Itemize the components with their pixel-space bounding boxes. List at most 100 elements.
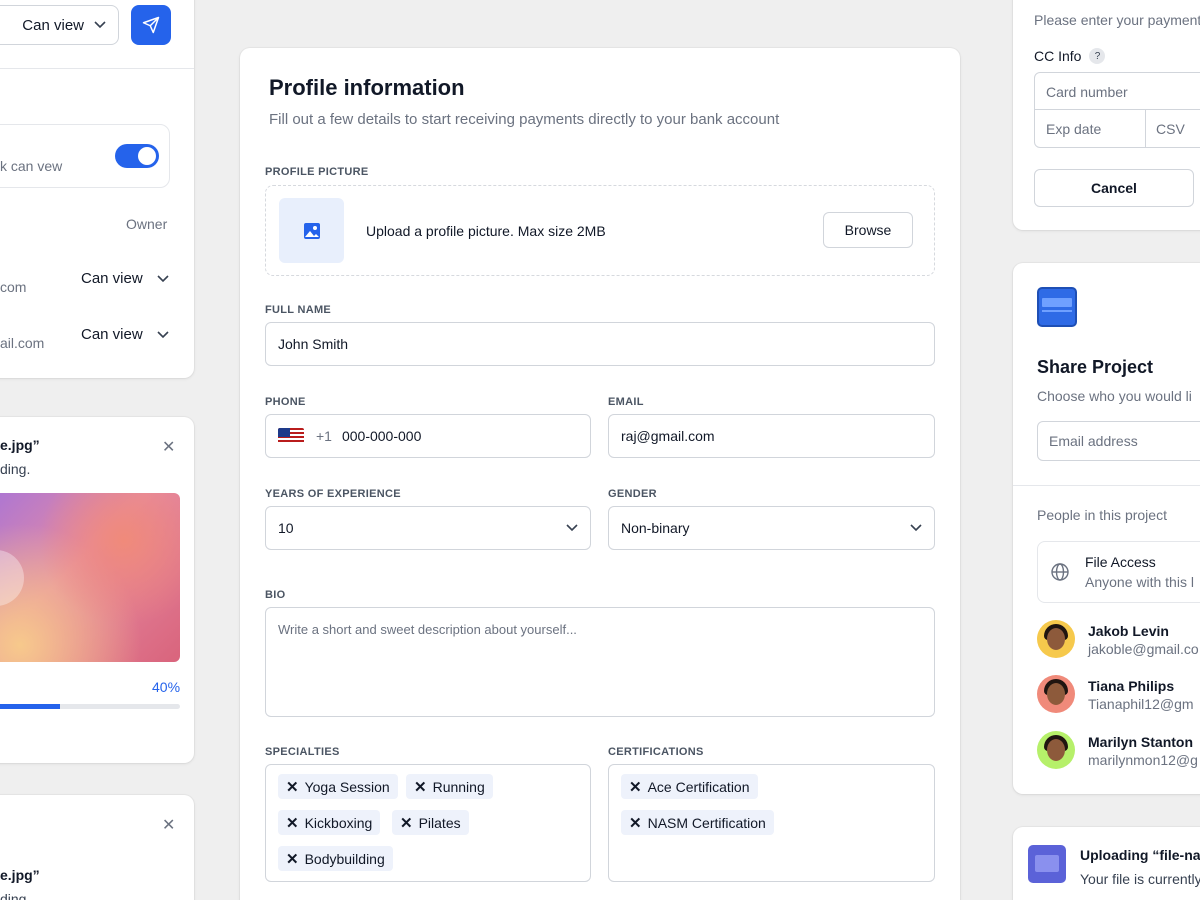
file-access-title: File Access — [1085, 554, 1156, 570]
remove-tag-icon[interactable]: ✕ — [629, 814, 642, 832]
link-access-toggle[interactable] — [115, 144, 159, 168]
credit-card-icon — [1028, 845, 1066, 883]
specialties-label: SPECIALTIES — [265, 746, 340, 758]
profile-picture-dropzone[interactable]: Upload a profile picture. Max size 2MB B… — [265, 185, 935, 276]
tag-label: Ace Certification — [647, 778, 750, 795]
video-thumbnail[interactable] — [0, 493, 180, 662]
member-permission-dropdown[interactable]: Can view — [81, 270, 169, 287]
certifications-input[interactable]: ✕ Ace Certification ✕ NASM Certification — [608, 764, 935, 882]
avatar — [1037, 675, 1075, 713]
remove-tag-icon[interactable]: ✕ — [286, 850, 299, 868]
member-row[interactable]: Tiana Philips Tianaphil12@gm — [1037, 675, 1200, 715]
certifications-label: CERTIFICATIONS — [608, 746, 704, 758]
share-toolbar: Can view — [0, 0, 194, 69]
us-flag-icon[interactable] — [278, 428, 304, 444]
exp-date-placeholder: Exp date — [1046, 121, 1102, 137]
specialty-tag: ✕ Kickboxing — [278, 810, 381, 835]
payment-card: Please enter your payment CC Info ? Card… — [1013, 0, 1200, 230]
certification-tag: ✕ Ace Certification — [621, 774, 758, 799]
card-number-input[interactable]: Card number — [1035, 73, 1200, 110]
specialty-tag: ✕ Yoga Session — [278, 774, 398, 799]
send-button[interactable] — [131, 5, 171, 45]
tag-label: Yoga Session — [304, 778, 390, 795]
experience-label: YEARS OF EXPERIENCE — [265, 488, 401, 500]
certification-tag: ✕ NASM Certification — [621, 810, 774, 835]
avatar — [1037, 731, 1075, 769]
upload-filename: e.jpg” — [0, 437, 40, 453]
experience-select[interactable]: 10 — [265, 506, 591, 550]
member-name: Tiana Philips — [1088, 678, 1175, 694]
exp-date-input[interactable]: Exp date — [1035, 110, 1146, 148]
specialty-tag: ✕ Bodybuilding — [278, 846, 393, 871]
page-subtitle: Fill out a few details to start receivin… — [269, 111, 780, 128]
file-upload-card: ✕ e.jpg” ding — [0, 795, 194, 900]
phone-input[interactable]: +1 000-000-000 — [265, 414, 591, 458]
member-name: Jakob Levin — [1088, 623, 1169, 639]
member-row[interactable]: Marilyn Stanton marilynmon12@g — [1037, 731, 1200, 771]
tag-label: Bodybuilding — [304, 850, 385, 867]
specialty-tag: ✕ Running — [406, 774, 493, 799]
upload-toast: Uploading “file-nam Your file is current… — [1013, 827, 1200, 900]
email-field[interactable]: raj@gmail.com — [608, 414, 935, 458]
browser-window-icon — [1037, 287, 1077, 327]
browse-button[interactable]: Browse — [823, 212, 913, 248]
page-title: Profile information — [269, 75, 465, 100]
csv-placeholder: CSV — [1156, 121, 1185, 137]
file-access-desc: Anyone with this l — [1085, 574, 1194, 590]
close-icon[interactable]: ✕ — [162, 815, 175, 835]
paper-plane-icon — [142, 16, 160, 34]
image-icon — [279, 198, 344, 263]
member-permission-dropdown[interactable]: Can view — [81, 326, 169, 343]
bio-textarea[interactable]: Write a short and sweet description abou… — [265, 607, 935, 717]
gender-value: Non-binary — [621, 520, 690, 536]
member-email: Tianaphil12@gm — [1088, 696, 1194, 712]
upload-progress-percent: 40% — [152, 679, 181, 695]
email-label: EMAIL — [608, 396, 644, 408]
remove-tag-icon[interactable]: ✕ — [629, 778, 642, 796]
chevron-down-icon — [94, 21, 106, 29]
video-upload-card: e.jpg” ding. ✕ 40% — [0, 417, 194, 763]
remove-tag-icon[interactable]: ✕ — [400, 814, 413, 832]
help-icon[interactable]: ? — [1089, 48, 1106, 64]
chevron-down-icon — [566, 524, 578, 532]
cc-info-label: CC Info — [1034, 48, 1082, 64]
full-name-input[interactable]: John Smith — [265, 322, 935, 366]
phone-prefix: +1 — [316, 428, 332, 444]
share-project-title: Share Project — [1037, 357, 1154, 377]
bio-label: BIO — [265, 589, 286, 601]
member-permission-label: Can view — [81, 326, 143, 343]
specialty-tag: ✕ Pilates — [392, 810, 469, 835]
full-name-label: FULL NAME — [265, 304, 332, 316]
email-value: raj@gmail.com — [621, 428, 715, 444]
specialties-input[interactable]: ✕ Yoga Session ✕ Running ✕ Kickboxing ✕ Pila… — [265, 764, 591, 882]
phone-label: PHONE — [265, 396, 306, 408]
cc-info-label-row: CC Info ? — [1034, 48, 1106, 64]
cancel-button[interactable]: Cancel — [1034, 169, 1194, 207]
upload-toast-title: Uploading “file-nam — [1080, 847, 1200, 863]
tag-label: Pilates — [418, 814, 461, 831]
permission-dropdown[interactable]: Can view — [0, 5, 119, 45]
gender-select[interactable]: Non-binary — [608, 506, 935, 550]
email-address-input[interactable]: Email address — [1037, 421, 1200, 461]
member-email: marilynmon12@g — [1088, 752, 1198, 768]
remove-tag-icon[interactable]: ✕ — [414, 778, 427, 796]
tag-label: Kickboxing — [304, 814, 373, 831]
tag-label: NASM Certification — [647, 814, 766, 831]
upload-toast-desc: Your file is currently — [1080, 871, 1200, 887]
chevron-down-icon — [910, 524, 922, 532]
remove-tag-icon[interactable]: ✕ — [286, 778, 299, 796]
email-address-placeholder: Email address — [1049, 433, 1138, 449]
member-permission-label: Can view — [81, 270, 143, 287]
close-icon[interactable]: ✕ — [162, 437, 175, 457]
credit-card-fields: Card number Exp date CSV — [1034, 72, 1200, 148]
link-access-text: k can vew — [0, 158, 63, 174]
file-access-row[interactable]: File Access Anyone with this l — [1037, 541, 1200, 603]
remove-tag-icon[interactable]: ✕ — [286, 814, 299, 832]
upload-hint: Upload a profile picture. Max size 2MB — [366, 223, 606, 239]
globe-icon — [1051, 563, 1069, 581]
member-email: com — [0, 279, 27, 295]
payment-subtitle: Please enter your payment — [1034, 12, 1200, 28]
profile-information-card: Profile information Fill out a few detai… — [240, 48, 960, 900]
csv-input[interactable]: CSV — [1156, 110, 1185, 148]
member-row[interactable]: Jakob Levin jakoble@gmail.co — [1037, 620, 1200, 660]
